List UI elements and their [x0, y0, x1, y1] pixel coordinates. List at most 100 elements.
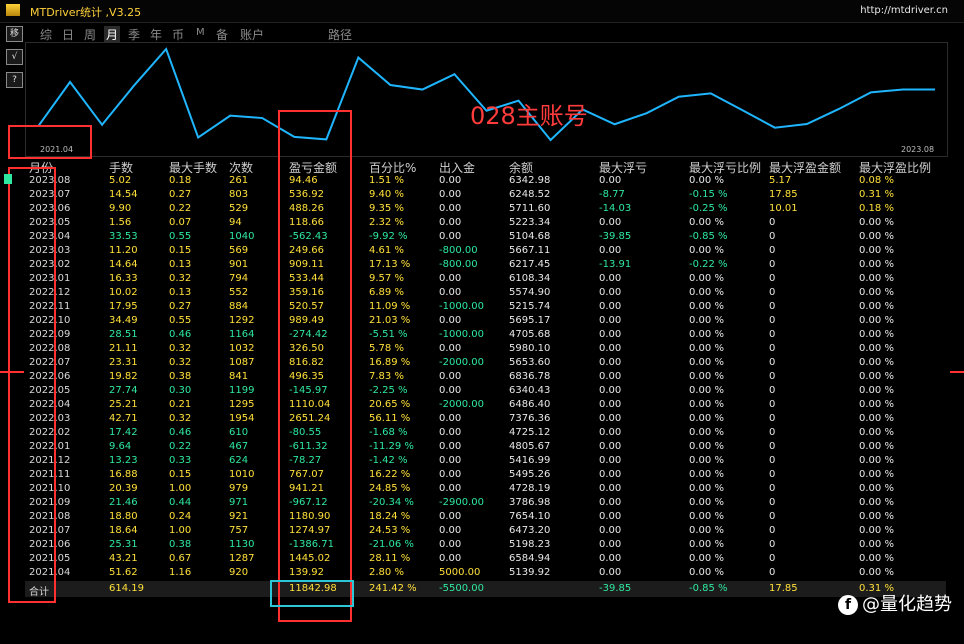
cell-pct: -9.92 % — [369, 231, 408, 242]
cell-pct: -2.25 % — [369, 385, 408, 396]
cell-bal: 5653.60 — [509, 357, 551, 368]
table-row: 2023.05 1.56 0.07 94 118.66 2.32 % 0.00 5223.34… — [25, 217, 946, 231]
header-max-dd: 最大浮亏 — [599, 161, 648, 175]
cell-mdd-pct: 0.00 % — [689, 371, 724, 382]
cell-mdd-pct: 0.00 % — [689, 441, 724, 452]
cell-pct: -5.51 % — [369, 329, 408, 340]
cell-pct: 11.09 % — [369, 301, 411, 312]
cell-count: 1199 — [229, 385, 255, 396]
table-row: 2023.03 11.20 0.15 569 249.66 4.61 % -800.00 56… — [25, 245, 946, 259]
cell-io: -2000.00 — [439, 399, 484, 410]
cell-lots: 11.20 — [109, 245, 138, 256]
cell-io: 0.00 — [439, 231, 462, 242]
cell-count: 1010 — [229, 469, 255, 480]
cell-bal: 5104.68 — [509, 231, 551, 242]
cell-count: 1295 — [229, 399, 255, 410]
cell-bal: 4805.67 — [509, 441, 551, 452]
header-max-fp-pct: 最大浮盈比例 — [859, 161, 932, 175]
cell-mdd-pct: 0.00 % — [689, 301, 724, 312]
cell-max-lots: 0.21 — [169, 399, 192, 410]
table-row: 2021.08 18.80 0.24 921 1180.90 18.24 % 0.00 765… — [25, 511, 946, 525]
cell-max-lots: 0.67 — [169, 553, 192, 564]
total-row: 合计 614.19 11842.98 241.42 % -5500.00 -39… — [25, 581, 946, 598]
cell-mfp: 0 — [769, 357, 776, 368]
tab-week[interactable]: 周 — [84, 26, 96, 43]
cell-mfp: 0 — [769, 441, 776, 452]
cell-max-lots: 0.22 — [169, 441, 192, 452]
help-button[interactable]: ? — [6, 72, 23, 88]
cell-pct: -20.34 % — [369, 497, 414, 508]
cell-io: -2900.00 — [439, 497, 484, 508]
cell-lots: 14.54 — [109, 189, 138, 200]
cell-max-lots: 1.00 — [169, 483, 192, 494]
cell-bal: 4728.19 — [509, 483, 551, 494]
table-row: 2021.06 25.31 0.38 1130 -1386.71 -21.06 % 0.00… — [25, 539, 946, 553]
tab-path[interactable]: 路径 — [328, 26, 352, 43]
cell-pct: 28.11 % — [369, 553, 411, 564]
cell-mdd-pct: 0.00 % — [689, 413, 724, 424]
cell-mfp-pct: 0.00 % — [859, 525, 894, 536]
tab-year[interactable]: 年 — [150, 26, 162, 43]
tab-notes[interactable]: 备 — [216, 26, 228, 43]
cell-count: 1954 — [229, 413, 255, 424]
website-link[interactable]: http://mtdriver.cn — [860, 5, 948, 16]
cell-mdd: 0.00 — [599, 245, 622, 256]
cell-count: 261 — [229, 175, 249, 186]
cell-count: 1130 — [229, 539, 255, 550]
cell-mdd-pct: 0.00 % — [689, 315, 724, 326]
table-row: 2022.02 17.42 0.46 610 -80.55 -1.68 % 0.00 4725… — [25, 427, 946, 441]
cell-pct: 18.24 % — [369, 511, 411, 522]
cell-bal: 7376.36 — [509, 413, 551, 424]
cell-mdd: 0.00 — [599, 539, 622, 550]
cell-lots: 27.74 — [109, 385, 138, 396]
price-marker-left — [0, 371, 24, 373]
check-button[interactable]: √ — [6, 49, 23, 65]
cell-max-lots: 0.46 — [169, 427, 192, 438]
cell-count: 794 — [229, 273, 249, 284]
watermark: f @量化趋势 — [838, 590, 952, 616]
cell-bal: 6342.98 — [509, 175, 551, 186]
cell-pct: 20.65 % — [369, 399, 411, 410]
cell-mfp-pct: 0.00 % — [859, 301, 894, 312]
cell-mdd: 0.00 — [599, 329, 622, 340]
cell-max-lots: 0.27 — [169, 301, 192, 312]
cell-count: 757 — [229, 525, 249, 536]
cell-mdd-pct: -0.85 % — [689, 231, 728, 242]
cell-mdd: 0.00 — [599, 371, 622, 382]
cell-max-lots: 1.00 — [169, 525, 192, 536]
tab-currency[interactable]: 币 — [172, 26, 184, 43]
cell-count: 1287 — [229, 553, 255, 564]
cell-count: 841 — [229, 371, 249, 382]
cell-mdd-pct: 0.00 % — [689, 343, 724, 354]
cell-mdd: -14.03 — [599, 203, 632, 214]
cell-mfp: 0 — [769, 217, 776, 228]
window-title: MTDriver统计 ,V3.25 — [30, 6, 142, 19]
tab-overview[interactable]: 综 — [40, 26, 52, 43]
cell-io: 0.00 — [439, 371, 462, 382]
tab-quarter[interactable]: 季 — [128, 26, 140, 43]
cell-max-lots: 0.32 — [169, 343, 192, 354]
total-max-dd: -39.85 — [599, 583, 632, 594]
cell-mdd: 0.00 — [599, 175, 622, 186]
cell-io: -1000.00 — [439, 329, 484, 340]
cell-mdd-pct: 0.00 % — [689, 553, 724, 564]
header-lots: 手数 — [109, 161, 134, 175]
cell-lots: 21.11 — [109, 343, 138, 354]
cell-bal: 6108.34 — [509, 273, 551, 284]
cell-mfp-pct: 0.00 % — [859, 441, 894, 452]
header-balance: 余额 — [509, 161, 534, 175]
cell-mdd-pct: 0.00 % — [689, 245, 724, 256]
tab-m[interactable]: M — [196, 27, 205, 38]
cell-mfp-pct: 0.08 % — [859, 175, 894, 186]
tab-day[interactable]: 日 — [62, 26, 74, 43]
cell-max-lots: 0.13 — [169, 287, 192, 298]
tab-month[interactable]: 月 — [104, 26, 121, 43]
cell-lots: 51.62 — [109, 567, 138, 578]
tab-account[interactable]: 账户 — [240, 26, 264, 43]
table-row: 2021.09 21.46 0.44 971 -967.12 -20.34 % -2900.… — [25, 497, 946, 511]
cell-io: 0.00 — [439, 455, 462, 466]
cell-bal: 6836.78 — [509, 371, 551, 382]
cell-pct: 7.83 % — [369, 371, 404, 382]
cell-count: 624 — [229, 455, 249, 466]
cell-max-lots: 0.32 — [169, 413, 192, 424]
